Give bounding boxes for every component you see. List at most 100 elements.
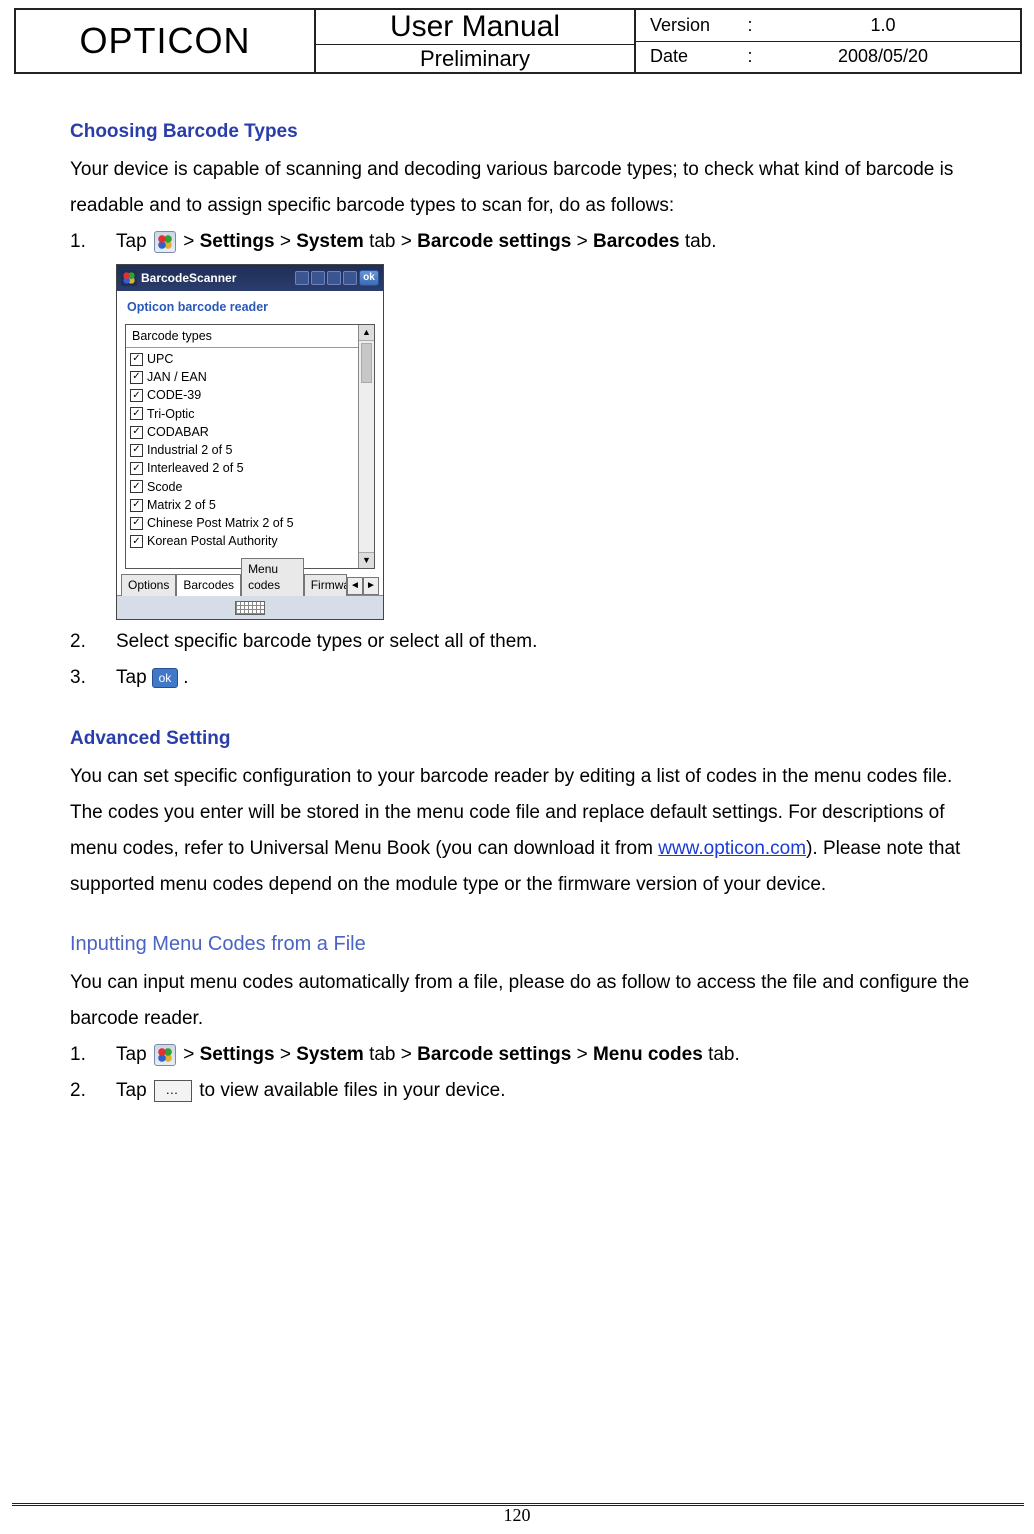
scrollbar[interactable]: ▲ ▼ <box>358 325 374 569</box>
header-center: User Manual Preliminary <box>316 10 636 72</box>
item-label: JAN / EAN <box>147 369 207 385</box>
item-label: Industrial 2 of 5 <box>147 442 232 458</box>
window-title: BarcodeScanner <box>141 271 236 287</box>
section3-step1: 1. Tap > Settings > System tab > Barcode… <box>70 1037 974 1073</box>
checkbox-icon[interactable]: ✓ <box>130 426 143 439</box>
list-item[interactable]: ✓ CODE-39 <box>130 386 370 404</box>
section-heading-choosing: Choosing Barcode Types <box>70 114 974 150</box>
item-label: CODE-39 <box>147 387 201 403</box>
document-header: OPTICON User Manual Preliminary Version … <box>14 8 1022 74</box>
section3-intro: You can input menu codes automatically f… <box>70 965 974 1037</box>
list-body: Tap > Settings > System tab > Barcode se… <box>116 224 974 260</box>
ok-button[interactable]: ok <box>359 270 379 286</box>
text: Tap <box>116 667 152 688</box>
checkbox-icon[interactable]: ✓ <box>130 535 143 548</box>
checkbox-icon[interactable]: ✓ <box>130 353 143 366</box>
scroll-up-icon[interactable]: ▲ <box>359 325 374 341</box>
list-item[interactable]: ✓ Interleaved 2 of 5 <box>130 459 370 477</box>
text: tab. <box>685 231 717 252</box>
signal-icon[interactable] <box>327 271 341 285</box>
list-number: 1. <box>70 1037 116 1073</box>
colon: : <box>740 46 760 67</box>
path-system: System <box>296 231 364 252</box>
list-body: Select specific barcode types or select … <box>116 624 974 660</box>
tab-menu-codes[interactable]: Menu codes <box>241 558 304 596</box>
version-label: Version <box>650 15 740 36</box>
date-value: 2008/05/20 <box>760 46 1006 67</box>
checkbox-icon[interactable]: ✓ <box>130 480 143 493</box>
text: > <box>183 231 199 252</box>
item-label: Matrix 2 of 5 <box>147 497 216 513</box>
checkbox-icon[interactable]: ✓ <box>130 407 143 420</box>
checkbox-icon[interactable]: ✓ <box>130 517 143 530</box>
item-label: Interleaved 2 of 5 <box>147 460 244 476</box>
checkbox-icon[interactable]: ✓ <box>130 371 143 384</box>
text: > <box>280 231 296 252</box>
list-item[interactable]: ✓Korean Postal Authority <box>130 532 370 550</box>
text: Tap <box>116 231 152 252</box>
tab-firmware[interactable]: Firmwa <box>304 574 347 597</box>
tab-barcodes[interactable]: Barcodes <box>176 574 241 597</box>
text: to view available files in your device. <box>199 1080 505 1101</box>
tab-scroll-left-icon[interactable]: ◄ <box>347 577 363 595</box>
volume-icon[interactable] <box>343 271 357 285</box>
screenshot-subheader: Opticon barcode reader <box>117 291 383 319</box>
item-label: CODABAR <box>147 424 209 440</box>
text: > <box>280 1044 296 1065</box>
text: tab > <box>369 1044 417 1065</box>
list-number: 3. <box>70 660 116 696</box>
checkbox-icon[interactable]: ✓ <box>130 499 143 512</box>
tab-scroll-right-icon[interactable]: ► <box>363 577 379 595</box>
text: . <box>183 667 188 688</box>
path-system: System <box>296 1044 364 1065</box>
scroll-thumb[interactable] <box>361 343 372 383</box>
list-item[interactable]: ✓ Matrix 2 of 5 <box>130 496 370 514</box>
text: > <box>577 231 593 252</box>
browse-button-icon: … <box>154 1080 192 1102</box>
section-heading-inputting: Inputting Menu Codes from a File <box>70 925 974 963</box>
list-item[interactable]: ✓ Chinese Post Matrix 2 of 5 <box>130 514 370 532</box>
list-number: 2. <box>70 624 116 660</box>
path-barcode-settings: Barcode settings <box>417 231 571 252</box>
list-item[interactable]: ✓ CODABAR <box>130 423 370 441</box>
checkbox-icon[interactable]: ✓ <box>130 444 143 457</box>
item-label: Tri-Optic <box>147 406 194 422</box>
system-tray: ok <box>295 270 379 286</box>
text: > <box>183 1044 199 1065</box>
start-menu-icon[interactable] <box>121 270 137 286</box>
section2-paragraph: You can set specific configuration to yo… <box>70 759 974 903</box>
connectivity-icon[interactable] <box>311 271 325 285</box>
text: Tap <box>116 1080 152 1101</box>
doc-title: User Manual <box>316 10 634 45</box>
list-item[interactable]: ✓ Tri-Optic <box>130 405 370 423</box>
ok-button-icon: ok <box>152 668 178 688</box>
list-item[interactable]: ✓UPC <box>130 350 370 368</box>
item-label: Chinese Post Matrix 2 of 5 <box>147 515 294 531</box>
text: > <box>577 1044 593 1065</box>
section3-step2: 2. Tap … to view available files in your… <box>70 1073 974 1109</box>
path-menu-codes: Menu codes <box>593 1044 703 1065</box>
text: Tap <box>116 1044 152 1065</box>
tray-icon[interactable] <box>295 271 309 285</box>
checkbox-icon[interactable]: ✓ <box>130 462 143 475</box>
text: tab. <box>708 1044 740 1065</box>
checkbox-icon[interactable]: ✓ <box>130 389 143 402</box>
list-body: Tap … to view available files in your de… <box>116 1073 974 1109</box>
keyboard-icon[interactable] <box>235 601 265 615</box>
barcode-types-list: ✓UPC ✓ JAN / EAN ✓ CODE-39 ✓ Tri-Optic ✓ COD… <box>126 348 374 569</box>
start-menu-icon <box>154 1044 176 1066</box>
tab-options[interactable]: Options <box>121 574 176 597</box>
brand-name: OPTICON <box>16 10 316 72</box>
list-item[interactable]: ✓ Industrial 2 of 5 <box>130 441 370 459</box>
item-label: Scode <box>147 479 182 495</box>
opticon-link[interactable]: www.opticon.com <box>658 838 806 859</box>
barcode-scanner-screenshot: BarcodeScanner ok Opticon barcode reader… <box>116 264 384 620</box>
list-item[interactable]: ✓ JAN / EAN <box>130 368 370 386</box>
section1-step1: 1. Tap > Settings > System tab > Barcode… <box>70 224 974 260</box>
scroll-down-icon[interactable]: ▼ <box>359 552 374 568</box>
version-row: Version : 1.0 <box>636 10 1020 42</box>
list-body: Tap ok . <box>116 660 974 696</box>
list-item[interactable]: ✓ Scode <box>130 478 370 496</box>
section1-step3: 3. Tap ok . <box>70 660 974 696</box>
page-content: Choosing Barcode Types Your device is ca… <box>70 108 974 1109</box>
